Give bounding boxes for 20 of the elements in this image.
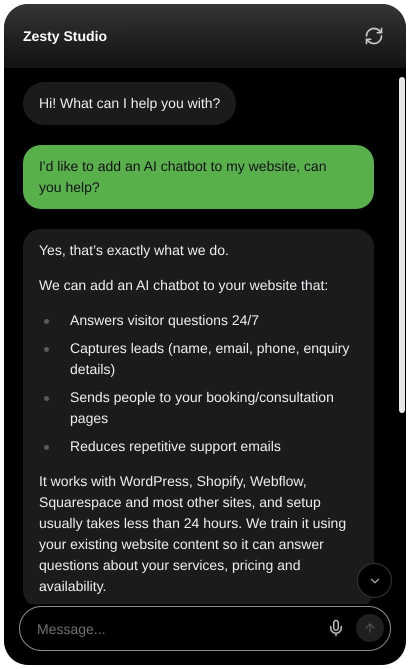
message-text: Hi! What can I help you with? [39,94,220,113]
message-text: We can add an AI chatbot to your website that: [39,276,330,295]
list-item-text: Answers visitor questions 24/7 [70,311,260,330]
message-text: It works with WordPress, Shopify, Webflow, Squarespace and most other sites, and setup usually takes less than 24 hours. We train it using your existing website content so it can answer questions about your services, pricing and availability. [39,472,348,596]
refresh-icon [364,26,384,46]
list-item-text: Reduces repetitive support emails [70,437,281,456]
arrow-up-icon [363,621,377,635]
microphone-icon[interactable] [327,619,345,637]
bullet-icon [44,319,49,324]
list-item-text: Captures leads (name, email, phone, enquiry details) [70,339,350,379]
bullet-icon [44,445,49,450]
scroll-down-button[interactable] [357,563,392,598]
header-title: Zesty Studio [23,26,108,46]
scrollbar[interactable] [399,77,405,413]
message-text: Yes, that’s exactly what we do. [39,241,230,260]
message-field[interactable]: Message... [19,606,391,651]
list-item-text: Sends people to your booking/consultation pages [70,388,335,428]
bullet-icon [44,347,49,352]
bullet-icon [44,396,49,401]
message-text: I'd like to add an AI chatbot to my website, can you help? [39,157,328,197]
